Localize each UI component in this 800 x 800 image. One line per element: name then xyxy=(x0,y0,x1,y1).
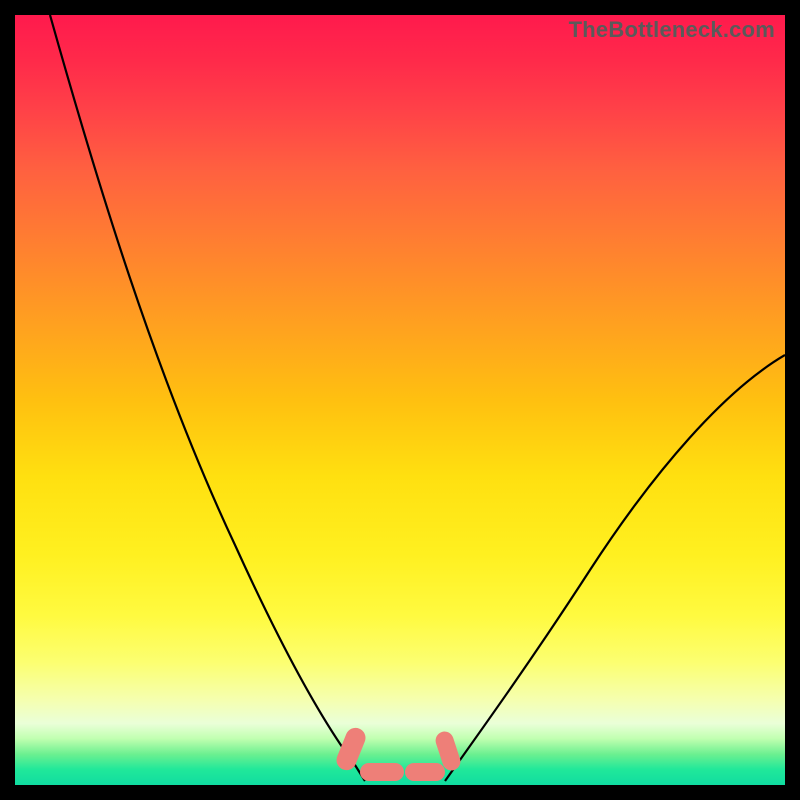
left-curve xyxy=(50,15,365,781)
plot-area: TheBottleneck.com xyxy=(15,15,785,785)
curve-layer xyxy=(15,15,785,785)
chart-frame: TheBottleneck.com xyxy=(0,0,800,800)
lobe-3 xyxy=(405,763,445,781)
lobe-2 xyxy=(360,763,404,781)
right-curve xyxy=(445,355,785,781)
bottom-lobes-group xyxy=(333,725,462,781)
